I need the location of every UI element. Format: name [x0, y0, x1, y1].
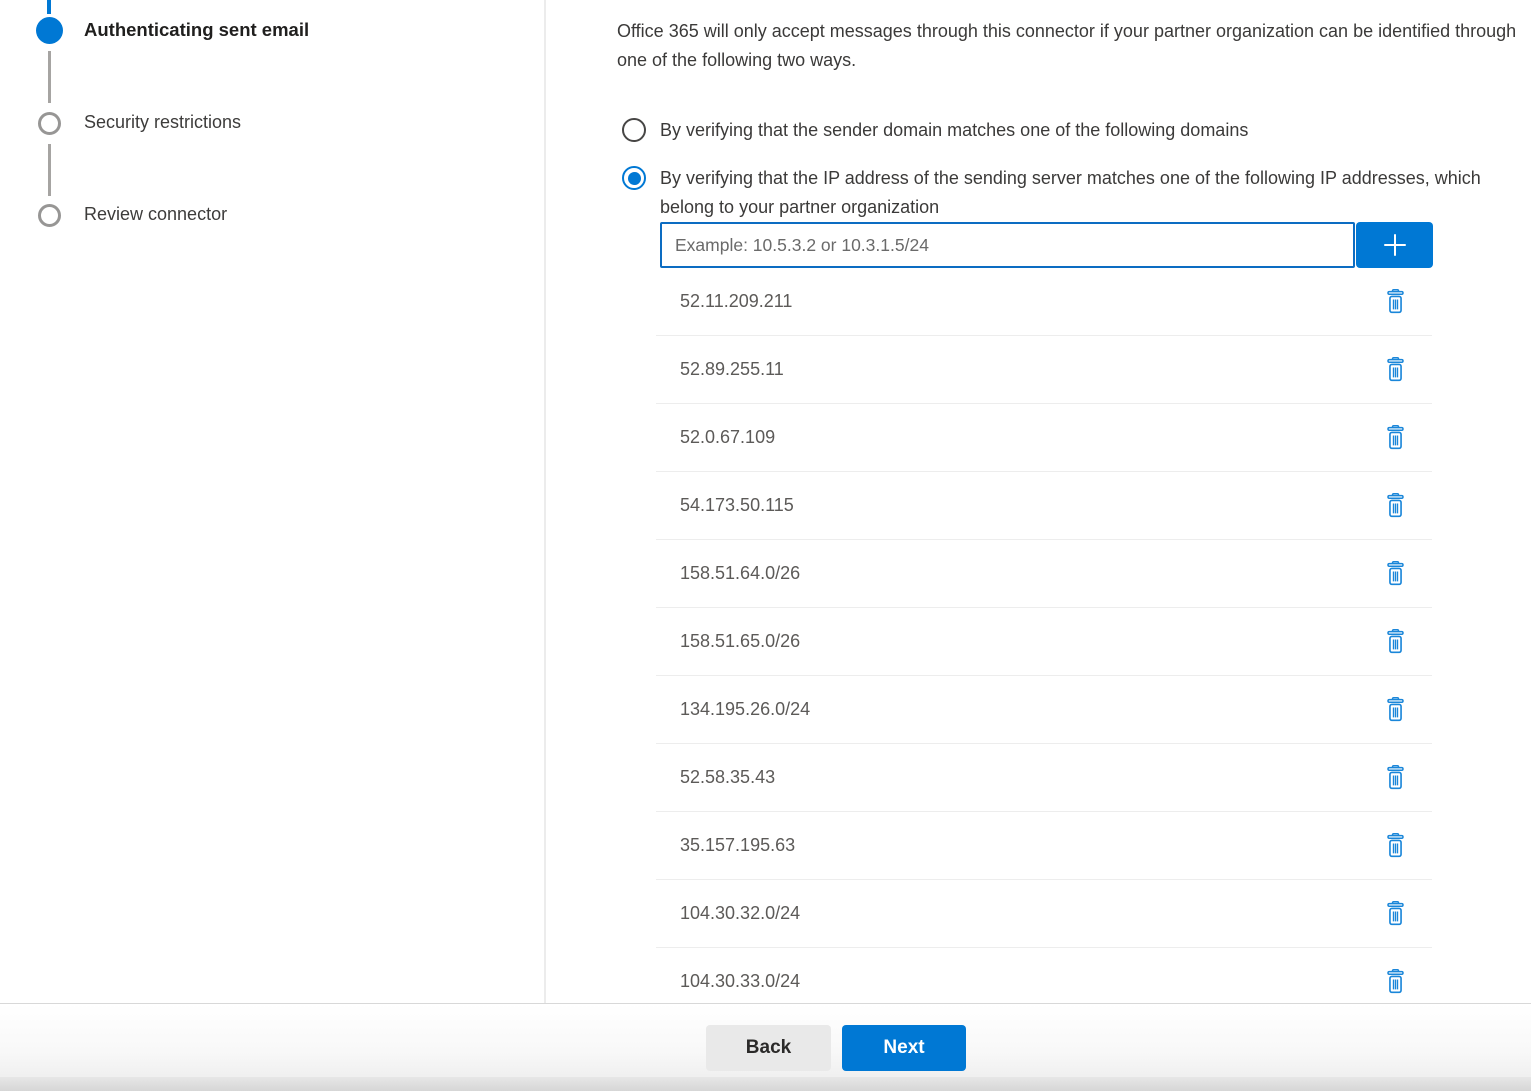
ip-address-value: 52.58.35.43: [680, 767, 1382, 788]
delete-ip-button[interactable]: [1382, 560, 1408, 588]
wizard-steps-sidebar: Authenticating sent email Security restr…: [0, 0, 546, 1003]
option-ip-address[interactable]: By verifying that the IP address of the …: [622, 166, 1482, 221]
ip-address-value: 52.11.209.211: [680, 291, 1382, 312]
delete-ip-button[interactable]: [1382, 900, 1408, 928]
delete-ip-button[interactable]: [1382, 968, 1408, 996]
step-connector-line-completed: [47, 0, 51, 14]
trash-icon: [1384, 832, 1407, 859]
trash-icon: [1384, 900, 1407, 927]
ip-list-item: 158.51.64.0/26: [656, 540, 1432, 608]
add-ip-button[interactable]: [1356, 222, 1433, 268]
ip-list-item: 35.157.195.63: [656, 812, 1432, 880]
trash-icon: [1384, 560, 1407, 587]
ip-address-list: 52.11.209.211 52.89: [656, 268, 1432, 1003]
wizard-footer: Back Next: [0, 1004, 1531, 1091]
trash-icon: [1384, 492, 1407, 519]
delete-ip-button[interactable]: [1382, 356, 1408, 384]
ip-address-value: 158.51.64.0/26: [680, 563, 1382, 584]
ip-list-item: 158.51.65.0/26: [656, 608, 1432, 676]
trash-icon: [1384, 288, 1407, 315]
authenticating-sent-email-panel: Office 365 will only accept messages thr…: [617, 0, 1531, 1003]
new-connector-wizard: Authenticating sent email Security restr…: [0, 0, 1531, 1091]
delete-ip-button[interactable]: [1382, 696, 1408, 724]
step-security-restrictions[interactable]: Security restrictions: [84, 112, 241, 133]
ip-address-value: 35.157.195.63: [680, 835, 1382, 856]
ip-address-value: 104.30.33.0/24: [680, 971, 1382, 992]
ip-list-item: 134.195.26.0/24: [656, 676, 1432, 744]
ip-address-value: 52.0.67.109: [680, 427, 1382, 448]
delete-ip-button[interactable]: [1382, 492, 1408, 520]
ip-address-value: 158.51.65.0/26: [680, 631, 1382, 652]
option-sender-domain-label: By verifying that the sender domain matc…: [660, 118, 1248, 142]
bottom-bar: [0, 1077, 1531, 1091]
step-authenticating-sent-email[interactable]: Authenticating sent email: [84, 19, 309, 41]
delete-ip-button[interactable]: [1382, 832, 1408, 860]
ip-address-value: 52.89.255.11: [680, 359, 1382, 380]
step-upcoming-circle-icon: [38, 204, 61, 227]
step-active-dot-icon: [36, 17, 63, 44]
ip-list-item: 104.30.32.0/24: [656, 880, 1432, 948]
trash-icon: [1384, 628, 1407, 655]
ip-list-item: 52.0.67.109: [656, 404, 1432, 472]
ip-entry-row: [660, 222, 1433, 268]
trash-icon: [1384, 764, 1407, 791]
radio-selected-icon[interactable]: [622, 166, 646, 190]
ip-address-input[interactable]: [660, 222, 1355, 268]
next-button[interactable]: Next: [842, 1025, 966, 1071]
delete-ip-button[interactable]: [1382, 628, 1408, 656]
trash-icon: [1384, 356, 1407, 383]
step-upcoming-circle-icon: [38, 112, 61, 135]
ip-address-value: 54.173.50.115: [680, 495, 1382, 516]
option-sender-domain[interactable]: By verifying that the sender domain matc…: [622, 118, 1248, 142]
ip-list-item: 52.89.255.11: [656, 336, 1432, 404]
ip-list-item: 54.173.50.115: [656, 472, 1432, 540]
step-connector-line: [48, 51, 51, 103]
trash-icon: [1384, 968, 1407, 995]
ip-list-item: 52.11.209.211: [656, 268, 1432, 336]
trash-icon: [1384, 696, 1407, 723]
ip-list-item: 52.58.35.43: [656, 744, 1432, 812]
radio-unselected-icon[interactable]: [622, 118, 646, 142]
delete-ip-button[interactable]: [1382, 424, 1408, 452]
delete-ip-button[interactable]: [1382, 288, 1408, 316]
ip-list-item: 104.30.33.0/24: [656, 948, 1432, 1003]
plus-icon: [1379, 229, 1411, 261]
back-button[interactable]: Back: [706, 1025, 831, 1071]
step-connector-line: [48, 144, 51, 196]
intro-text: Office 365 will only accept messages thr…: [617, 17, 1531, 74]
step-review-connector[interactable]: Review connector: [84, 204, 227, 225]
trash-icon: [1384, 424, 1407, 451]
ip-address-value: 104.30.32.0/24: [680, 903, 1382, 924]
option-ip-address-label: By verifying that the IP address of the …: [660, 164, 1482, 221]
delete-ip-button[interactable]: [1382, 764, 1408, 792]
ip-address-value: 134.195.26.0/24: [680, 699, 1382, 720]
